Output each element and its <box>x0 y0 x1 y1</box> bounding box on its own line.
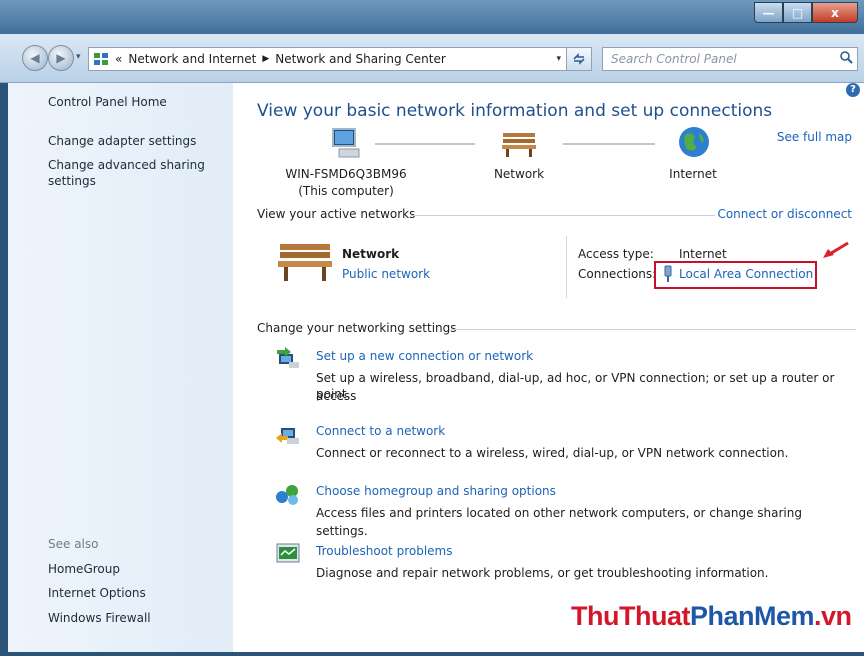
section-divider <box>451 329 856 330</box>
page-title: View your basic network information and … <box>257 101 773 121</box>
section-divider <box>411 215 715 216</box>
homegroup-icon <box>276 485 298 505</box>
connect-to-network-icon <box>276 428 299 444</box>
change-settings-heading: Change your networking settings <box>257 321 457 335</box>
homegroup-link[interactable]: HomeGroup <box>48 562 120 576</box>
access-type-label: Access type: <box>578 247 654 261</box>
connect-or-disconnect-link[interactable]: Connect or disconnect <box>717 207 852 221</box>
watermark-logo: ThuThuatPhanMem.vn <box>571 601 852 632</box>
search-icon[interactable] <box>839 50 853 64</box>
access-type-value: Internet <box>679 247 727 261</box>
network-node-label: Network <box>493 167 545 181</box>
active-networks-heading: View your active networks <box>257 207 416 221</box>
connect-to-network-link[interactable]: Connect to a network <box>316 424 445 438</box>
active-network-name: Network <box>342 247 400 261</box>
public-network-link[interactable]: Public network <box>342 267 430 281</box>
bench-network-icon <box>278 244 332 281</box>
minimize-button[interactable]: — <box>754 2 783 23</box>
back-button[interactable]: ◀ <box>22 45 48 71</box>
left-navigation-pane: Control Panel Home Change adapter settin… <box>8 83 233 652</box>
internet-node-label: Internet <box>669 167 717 181</box>
troubleshoot-problems-link[interactable]: Troubleshoot problems <box>316 544 452 558</box>
troubleshoot-description: Diagnose and repair network problems, or… <box>316 566 769 580</box>
search-placeholder: Search Control Panel <box>611 52 737 66</box>
this-computer-label: (This computer) <box>298 184 394 198</box>
homegroup-sharing-description: Access files and printers located on oth… <box>316 506 802 538</box>
network-internet-icon <box>94 53 108 65</box>
watermark-part-thuthuat: ThuThuat <box>571 601 690 631</box>
troubleshoot-icon <box>276 543 300 563</box>
control-panel-home-link[interactable]: Control Panel Home <box>48 95 167 109</box>
recent-pages-chevron-down-icon[interactable]: ▾ <box>76 52 81 62</box>
computer-icon <box>332 128 360 158</box>
internet-options-link[interactable]: Internet Options <box>48 586 146 600</box>
help-icon[interactable]: ? <box>846 83 860 97</box>
connector-line <box>375 143 475 145</box>
refresh-button[interactable] <box>566 47 592 71</box>
watermark-part-phanmem: PhanMem <box>689 601 815 631</box>
vertical-divider <box>566 236 567 298</box>
close-button[interactable]: x <box>812 2 858 23</box>
window: — □ x ◀ ▶ ▾ « Network and Internet ▶ Net… <box>0 0 864 656</box>
connect-to-network-description: Connect or reconnect to a wireless, wire… <box>316 446 789 460</box>
breadcrumb-separator[interactable]: ▶ <box>262 54 269 64</box>
breadcrumb-network-sharing-center[interactable]: Network and Sharing Center <box>275 52 446 66</box>
address-dropdown-icon[interactable]: ▾ <box>556 54 561 64</box>
change-advanced-sharing-link-line2[interactable]: settings <box>48 174 96 188</box>
homegroup-sharing-options-link[interactable]: Choose homegroup and sharing options <box>316 484 556 498</box>
computer-name-label: WIN-FSMD6Q3BM96 <box>285 167 407 181</box>
see-full-map-link[interactable]: See full map <box>777 130 852 144</box>
connections-label: Connections: <box>578 267 657 281</box>
main-content: ? View your basic network information an… <box>233 83 864 652</box>
watermark-part-vn: .vn <box>814 601 852 631</box>
red-arrow-annotation-icon <box>823 241 849 258</box>
search-input[interactable]: Search Control Panel <box>602 47 858 71</box>
refresh-icon <box>573 53 585 65</box>
ethernet-connection-icon <box>664 265 672 282</box>
globe-internet-icon <box>679 127 709 157</box>
breadcrumb-network-and-internet[interactable]: Network and Internet <box>128 52 256 66</box>
setup-new-connection-description-line2: point. <box>316 387 351 401</box>
navigation-bar: ◀ ▶ ▾ « Network and Internet ▶ Network a… <box>0 34 864 83</box>
windows-firewall-link[interactable]: Windows Firewall <box>48 611 151 625</box>
change-advanced-sharing-link[interactable]: Change advanced sharing <box>48 158 205 172</box>
caption-buttons: — □ x <box>754 2 858 23</box>
bench-network-icon <box>502 133 536 157</box>
new-connection-icon <box>277 347 299 368</box>
connector-line <box>563 143 655 145</box>
title-bar: — □ x <box>0 0 864 34</box>
address-bar[interactable]: « Network and Internet ▶ Network and Sha… <box>88 47 592 71</box>
setup-new-connection-link[interactable]: Set up a new connection or network <box>316 349 533 363</box>
forward-button[interactable]: ▶ <box>48 45 74 71</box>
change-adapter-settings-link[interactable]: Change adapter settings <box>48 134 196 148</box>
local-area-connection-link[interactable]: Local Area Connection <box>679 267 813 281</box>
address-prefix[interactable]: « <box>115 52 122 66</box>
see-also-heading: See also <box>48 537 99 551</box>
maximize-button[interactable]: □ <box>783 2 812 23</box>
